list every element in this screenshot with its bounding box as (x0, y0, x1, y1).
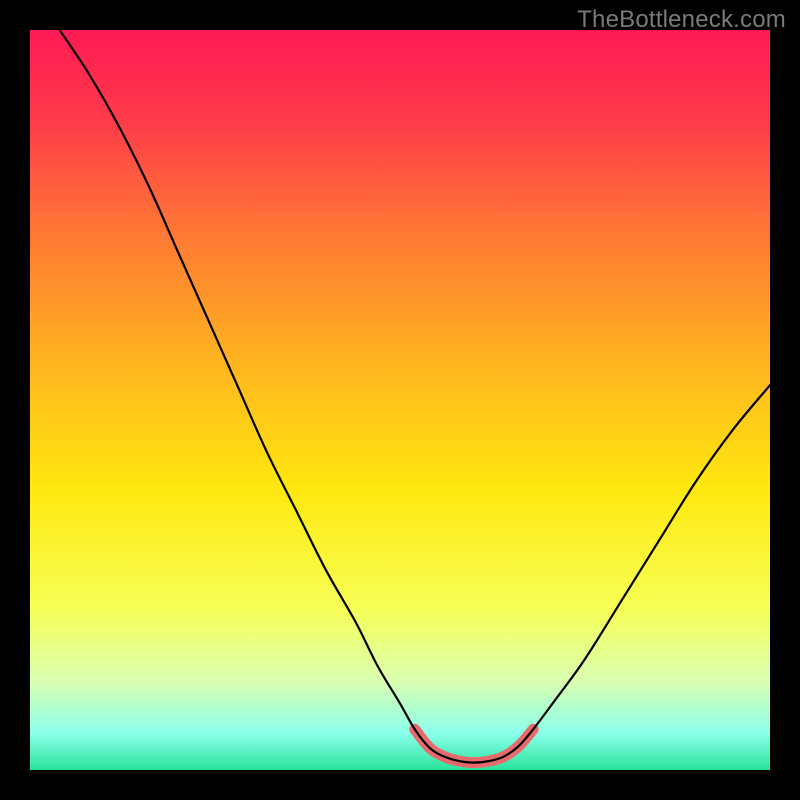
chart-svg (30, 30, 770, 770)
gradient-background (30, 30, 770, 770)
plot-area (30, 30, 770, 770)
chart-frame: TheBottleneck.com (0, 0, 800, 800)
